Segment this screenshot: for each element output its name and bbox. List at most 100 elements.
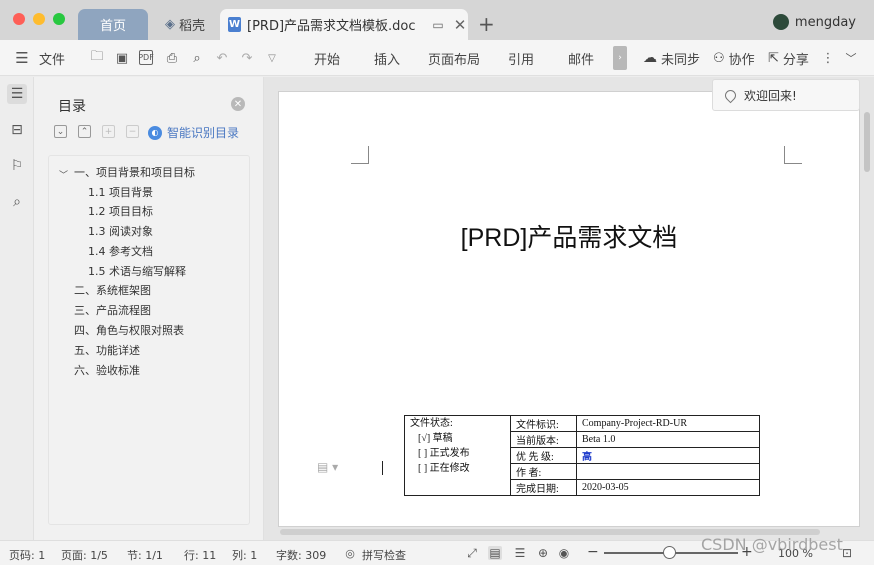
page-count[interactable]: 页面: 1/5	[61, 547, 108, 563]
vertical-scroll-thumb[interactable]	[864, 112, 870, 172]
word-doc-icon: W	[228, 17, 241, 32]
remove-heading-icon[interactable]: −	[126, 125, 139, 138]
spell-check-icon[interactable]: ◎	[343, 546, 357, 560]
outline-item[interactable]: 二、系统框架图	[74, 282, 151, 298]
document-canvas: [PRD]产品需求文档 ▤ ▾ 文件状态: [√] 草稿 [ ] 正式发布 [ …	[264, 77, 874, 540]
spell-check-label[interactable]: 拼写检查	[362, 547, 406, 563]
share-button[interactable]: ⇱ 分享	[768, 40, 809, 76]
collapse-all-icon[interactable]: ⌄	[54, 125, 67, 138]
info-key: 完成日期:	[510, 479, 577, 496]
status-option: [ ] 正式发布	[418, 448, 470, 459]
close-tab-icon[interactable]: ✕	[452, 16, 468, 34]
smart-toc-icon: ◐	[148, 125, 162, 140]
priority-value: 高	[576, 447, 760, 464]
chevron-down-icon[interactable]: ﹀	[59, 168, 68, 181]
document-info-table: 文件状态: [√] 草稿 [ ] 正式发布 [ ] 正在修改 文件标识: Com…	[404, 415, 760, 496]
close-window-button[interactable]	[13, 13, 25, 25]
status-option: [ ] 正在修改	[418, 463, 470, 474]
page-number[interactable]: 页码: 1	[9, 547, 45, 563]
outline-item[interactable]: 五、功能详述	[74, 342, 140, 358]
hamburger-menu-icon[interactable]: ☰	[14, 49, 30, 67]
info-value	[576, 463, 760, 480]
margin-mark	[351, 146, 369, 164]
window-mode-icon[interactable]: ▭	[430, 18, 446, 32]
menu-mailings-label: 邮件	[568, 52, 595, 68]
minimize-window-button[interactable]	[33, 13, 45, 25]
daoke-icon: ◈	[164, 17, 175, 32]
tab-daoke-label: 稻壳	[178, 19, 205, 34]
collaborate-label: 协作	[728, 52, 755, 68]
location-pin-icon	[722, 87, 739, 103]
outline-item[interactable]: 1.3 阅读对象	[88, 223, 153, 239]
outline-item[interactable]: 四、角色与权限对照表	[74, 322, 184, 338]
tab-home-label: 首页	[99, 19, 126, 34]
section-indicator[interactable]: 节: 1/1	[127, 547, 163, 563]
sync-status[interactable]: ☁ 未同步	[643, 40, 700, 76]
column-indicator: 列: 1	[232, 549, 258, 562]
bookmark-icon[interactable]: ⚐	[7, 156, 27, 176]
file-menu[interactable]: 文件	[39, 40, 65, 76]
outline-item[interactable]: 1.5 术语与缩写解释	[88, 263, 186, 279]
welcome-toast: 欢迎回来!	[712, 79, 860, 111]
search-icon[interactable]: ⌕	[7, 192, 27, 212]
print-icon[interactable]: ⎙	[164, 50, 180, 66]
word-count[interactable]: 字数: 309	[276, 547, 326, 563]
outline-item[interactable]: 1.1 项目背景	[88, 184, 153, 200]
vertical-scrollbar[interactable]	[862, 92, 872, 522]
outline-view-icon[interactable]: ☰	[513, 546, 527, 560]
menu-insert-label: 插入	[374, 52, 401, 68]
paragraph-menu-icon[interactable]: ▤ ▾	[317, 460, 338, 474]
undo-icon[interactable]: ↶	[214, 50, 230, 66]
redo-icon[interactable]: ↷	[239, 50, 255, 66]
fullscreen-icon[interactable]: ⤢	[465, 546, 479, 560]
reading-mode-icon[interactable]: ◉	[557, 546, 571, 560]
outline-item[interactable]: 六、验收标准	[74, 362, 140, 378]
menu-insert[interactable]: 插入	[374, 40, 400, 76]
menu-start[interactable]: 开始	[314, 40, 340, 76]
web-view-icon[interactable]: ⊕	[536, 546, 550, 560]
user-account[interactable]: mengday	[772, 14, 856, 30]
menu-page-layout[interactable]: 页面布局	[428, 40, 480, 76]
status-cell: 文件状态: [√] 草稿 [ ] 正式发布 [ ] 正在修改	[404, 415, 511, 496]
info-value: Company-Project-RD-UR	[576, 415, 760, 432]
side-rail: ☰ ⊟ ⚐ ⌕	[0, 77, 34, 540]
zoom-window-button[interactable]	[53, 13, 65, 25]
outline-item[interactable]: 1.4 参考文档	[88, 243, 153, 259]
quick-access-dropdown-icon[interactable]: ▽	[264, 50, 280, 66]
smart-toc-button[interactable]: ◐ 智能识别目录	[148, 124, 239, 141]
zoom-out-icon[interactable]: −	[587, 544, 599, 560]
zoom-slider-knob[interactable]	[663, 546, 676, 559]
menu-start-label: 开始	[314, 52, 341, 68]
tab-document[interactable]: W [PRD]产品需求文档模板.doc ▭ ✕	[220, 9, 468, 40]
outline-tree: ﹀ 一、项目背景和项目目标 1.1 项目背景 1.2 项目目标 1.3 阅读对象…	[48, 155, 250, 525]
tab-daoke[interactable]: ◈ 稻壳	[150, 9, 220, 40]
outline-item[interactable]: 三、产品流程图	[74, 302, 151, 318]
menu-mailings[interactable]: 邮件	[568, 40, 594, 76]
menu-references[interactable]: 引用	[508, 40, 534, 76]
outline-item[interactable]: 1.2 项目目标	[88, 203, 153, 219]
print-preview-icon[interactable]: ⌕	[189, 50, 205, 66]
open-folder-icon[interactable]: 🗀	[89, 49, 105, 66]
outline-panel: 目录 ✕ ⌄ ⌃ + − ◐ 智能识别目录 ﹀ 一、项目背景和项目目标 1.1 …	[34, 77, 264, 540]
section-nav-icon[interactable]: ⊟	[7, 120, 27, 140]
collaborate-button[interactable]: ⚇ 协作	[713, 40, 755, 76]
share-icon: ⇱	[768, 50, 779, 66]
outline-item[interactable]: 一、项目背景和项目目标	[74, 164, 195, 180]
save-icon[interactable]: ▣	[114, 50, 130, 66]
outline-panel-icon[interactable]: ☰	[7, 84, 27, 104]
new-tab-button[interactable]: +	[478, 12, 495, 36]
close-outline-icon[interactable]: ✕	[231, 97, 245, 111]
menu-references-label: 引用	[508, 52, 535, 68]
export-pdf-icon[interactable]: PDF	[138, 50, 154, 65]
page-view-icon[interactable]: ▤	[488, 546, 502, 560]
document-page[interactable]: [PRD]产品需求文档 ▤ ▾ 文件状态: [√] 草稿 [ ] 正式发布 [ …	[278, 91, 860, 527]
document-title: [PRD]产品需求文档	[460, 224, 678, 252]
more-menus-button[interactable]: ›	[613, 46, 627, 70]
chevron-down-icon[interactable]: ﹀	[843, 50, 859, 66]
margin-mark	[784, 146, 802, 164]
expand-all-icon[interactable]: ⌃	[78, 125, 91, 138]
add-heading-icon[interactable]: +	[102, 125, 115, 138]
tab-home[interactable]: 首页	[78, 9, 148, 40]
more-options-icon[interactable]: ⋮	[820, 50, 836, 66]
info-key: 作 者:	[510, 463, 577, 480]
